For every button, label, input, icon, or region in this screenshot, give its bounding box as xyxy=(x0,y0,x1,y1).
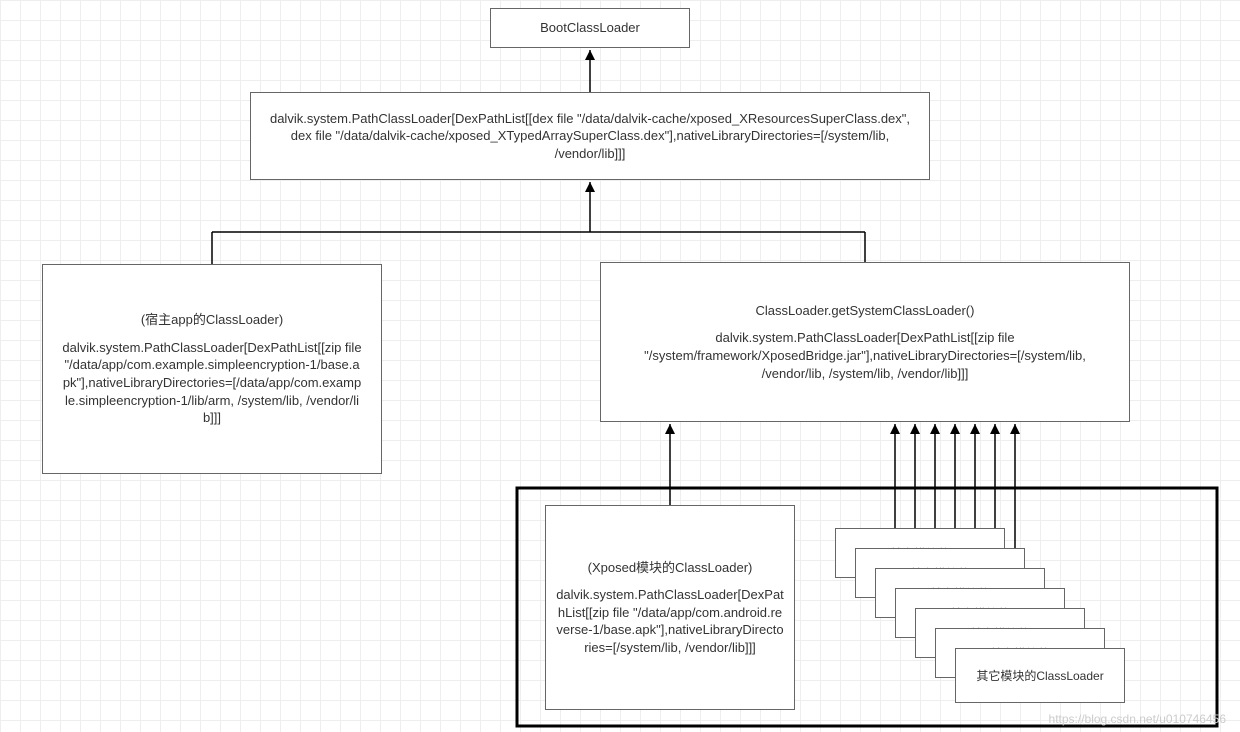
node-host-app-classloader: (宿主app的ClassLoader) dalvik.system.PathCl… xyxy=(42,264,382,474)
node-text: dalvik.system.PathClassLoader[DexPathLis… xyxy=(611,329,1119,382)
node-text: dalvik.system.PathClassLoader[DexPathLis… xyxy=(556,586,784,656)
node-boot-classloader: BootClassLoader xyxy=(490,8,690,48)
node-title: (宿主app的ClassLoader) xyxy=(53,311,371,329)
other-module-stack: 其它模块的 其它模块的 其它模块的 其它模块的 其它模块的 其它模块的 其它模块… xyxy=(835,528,1175,718)
node-system-classloader: ClassLoader.getSystemClassLoader() dalvi… xyxy=(600,262,1130,422)
node-title: (Xposed模块的ClassLoader) xyxy=(556,559,784,577)
node-xposed-module-classloader: (Xposed模块的ClassLoader) dalvik.system.Pat… xyxy=(545,505,795,710)
node-text: BootClassLoader xyxy=(501,19,679,37)
node-text: dalvik.system.PathClassLoader[DexPathLis… xyxy=(62,339,362,427)
node-path-classloader-xposed: dalvik.system.PathClassLoader[DexPathLis… xyxy=(250,92,930,180)
watermark: https://blog.csdn.net/u010746456 xyxy=(1049,712,1226,726)
stack-card-front: 其它模块的ClassLoader xyxy=(955,648,1125,703)
node-title: ClassLoader.getSystemClassLoader() xyxy=(611,302,1119,320)
node-text: dalvik.system.PathClassLoader[DexPathLis… xyxy=(261,110,919,163)
